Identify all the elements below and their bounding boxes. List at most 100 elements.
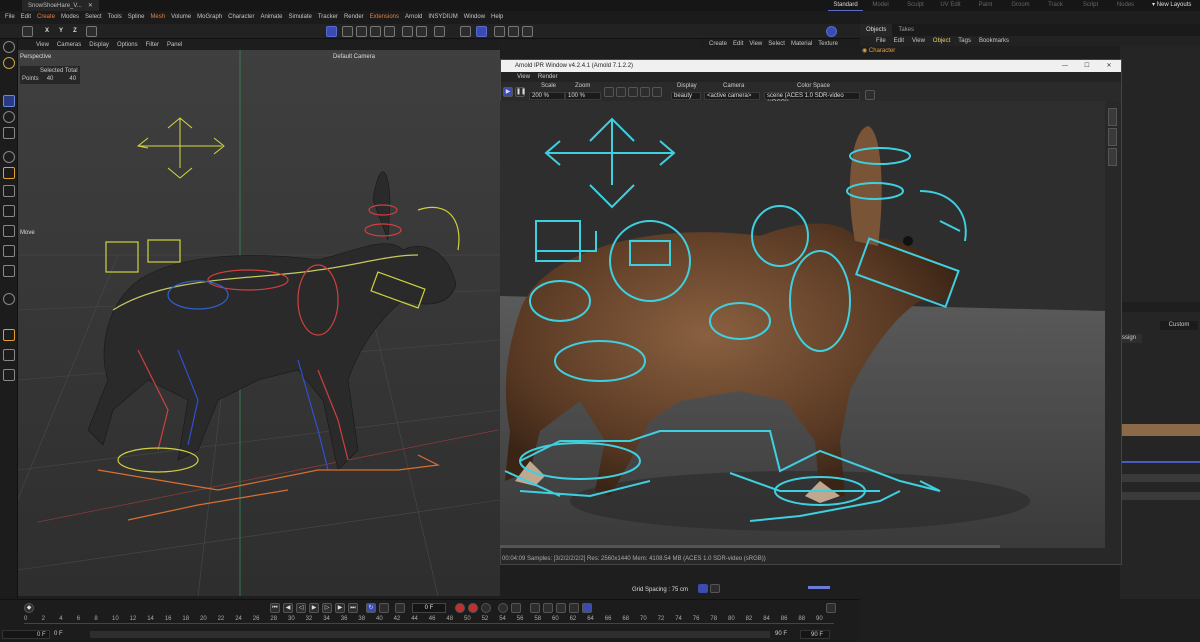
menu-extensions[interactable]: Extensions xyxy=(367,11,402,24)
menu-arnold[interactable]: Arnold xyxy=(402,11,425,24)
layout-tab-paint[interactable]: Paint xyxy=(968,0,1003,11)
close-icon[interactable]: ✕ xyxy=(88,2,93,9)
play-forward-icon[interactable]: ▶ xyxy=(309,603,319,613)
object-mode-icon[interactable] xyxy=(384,26,395,37)
eyedropper-icon[interactable] xyxy=(652,87,662,97)
render-view-icon[interactable] xyxy=(508,26,519,37)
rotate-tool-icon[interactable] xyxy=(3,111,15,123)
autokey-icon[interactable] xyxy=(468,603,478,613)
menu-select[interactable]: Select xyxy=(82,11,105,24)
live-selection-icon[interactable] xyxy=(3,57,15,69)
grid-snap-icon[interactable] xyxy=(476,26,487,37)
layout-tab-script[interactable]: Script xyxy=(1073,0,1108,11)
polygon-pen-icon[interactable] xyxy=(3,185,15,197)
attribute-field[interactable] xyxy=(1120,474,1200,482)
key-point-icon[interactable] xyxy=(569,603,579,613)
menu-volume[interactable]: Volume xyxy=(168,11,194,24)
scale-field[interactable]: 200 % xyxy=(529,92,565,100)
zoom-slider[interactable] xyxy=(808,586,830,589)
ipr-side-tab-2[interactable] xyxy=(1108,128,1117,146)
ipr-menu-render[interactable]: Render xyxy=(534,74,562,80)
undo-icon[interactable] xyxy=(22,26,33,37)
colorspace-dropdown[interactable]: scene (ACES 1.0 SDR-video (sRGB)) xyxy=(764,92,860,106)
preview-range-slider[interactable] xyxy=(90,631,770,638)
go-end-icon[interactable]: ⏭ xyxy=(348,603,358,613)
menu-mesh[interactable]: Mesh xyxy=(147,11,168,24)
sculpt-icon[interactable] xyxy=(3,369,15,381)
floor-icon[interactable] xyxy=(3,265,15,277)
menu-help[interactable]: Help xyxy=(488,11,506,24)
prev-frame-icon[interactable]: ◁ xyxy=(296,603,306,613)
menu-file[interactable]: File xyxy=(2,11,18,24)
viewport-menu-cameras[interactable]: Cameras xyxy=(53,42,85,48)
key-scale-icon[interactable] xyxy=(530,603,540,613)
menu-character[interactable]: Character xyxy=(225,11,257,24)
channel-g-icon[interactable] xyxy=(616,87,626,97)
custom-dropdown[interactable]: Custom xyxy=(1160,321,1198,330)
snapshot-icon[interactable] xyxy=(865,90,875,100)
go-start-icon[interactable]: ⏮ xyxy=(270,603,280,613)
material-menu-texture[interactable]: Texture xyxy=(815,39,841,50)
view-layout-icon[interactable] xyxy=(698,584,708,593)
render-region-icon[interactable] xyxy=(494,26,505,37)
perspective-viewport[interactable]: Perspective Default Camera Move xyxy=(18,50,500,596)
material-menu-select[interactable]: Select xyxy=(765,39,788,50)
material-menu-edit[interactable]: Edit xyxy=(730,39,746,50)
layout-tab-groom[interactable]: Groom xyxy=(1003,0,1038,11)
object-menu-file[interactable]: File xyxy=(872,36,890,46)
layers-icon[interactable] xyxy=(3,349,15,361)
attribute-field-2[interactable] xyxy=(1120,492,1200,500)
object-menu-view[interactable]: View xyxy=(908,36,929,46)
new-layouts-button[interactable]: ▾ New Layouts xyxy=(1152,0,1191,11)
play-icon[interactable]: ▶ xyxy=(503,87,513,97)
menu-insydium[interactable]: INSYDIUM xyxy=(425,11,460,24)
preview-end-field[interactable]: 90 F xyxy=(775,630,797,639)
layout-tab-track[interactable]: Track xyxy=(1038,0,1073,11)
material-menu-material[interactable]: Material xyxy=(788,39,815,50)
viewport-menu-panel[interactable]: Panel xyxy=(163,42,186,48)
sound-icon[interactable] xyxy=(395,603,405,613)
current-frame-field[interactable]: 0 F xyxy=(412,603,446,613)
menu-window[interactable]: Window xyxy=(461,11,488,24)
viewport-menu-filter[interactable]: Filter xyxy=(142,42,163,48)
menu-simulate[interactable]: Simulate xyxy=(286,11,315,24)
key-position-icon[interactable] xyxy=(498,603,508,613)
cube-icon[interactable] xyxy=(3,205,15,217)
tab-takes[interactable]: Takes xyxy=(892,24,920,36)
maximize-icon[interactable]: ☐ xyxy=(1077,60,1097,72)
close-icon[interactable]: ✕ xyxy=(1099,60,1119,72)
uv-mode-icon[interactable] xyxy=(370,26,381,37)
keyframe-icon[interactable]: ◆ xyxy=(24,603,34,613)
paint-icon[interactable] xyxy=(3,329,15,341)
cloner-icon[interactable] xyxy=(3,225,15,237)
menu-edit[interactable]: Edit xyxy=(18,11,34,24)
arnold-icon[interactable] xyxy=(826,26,837,37)
object-menu-edit[interactable]: Edit xyxy=(890,36,908,46)
camera-dropdown[interactable]: <active camera> xyxy=(704,92,760,100)
channel-a-icon[interactable] xyxy=(640,87,650,97)
ipr-menu-view[interactable]: View xyxy=(513,74,534,80)
deformer-icon[interactable] xyxy=(3,245,15,257)
document-tab[interactable]: SnowShoeHare_V... ✕ xyxy=(22,0,99,11)
menu-mograph[interactable]: MoGraph xyxy=(194,11,225,24)
move-tool-icon[interactable] xyxy=(3,95,15,107)
display-dropdown[interactable]: beauty xyxy=(671,92,701,100)
search-icon[interactable] xyxy=(3,41,15,53)
viewport-menu-display[interactable]: Display xyxy=(85,42,113,48)
z-axis-toggle[interactable]: Z xyxy=(70,26,80,37)
x-axis-toggle[interactable]: X xyxy=(42,26,52,37)
key-rotation-icon[interactable] xyxy=(511,603,521,613)
menu-animate[interactable]: Animate xyxy=(257,11,285,24)
edges-mode-icon[interactable] xyxy=(342,26,353,37)
view-layout-2-icon[interactable] xyxy=(710,584,720,593)
assign-button[interactable]: ssign xyxy=(1120,334,1142,343)
ipr-side-tab-3[interactable] xyxy=(1108,148,1117,166)
coordinate-system-icon[interactable] xyxy=(86,26,97,37)
timeline-settings-icon[interactable] xyxy=(582,603,592,613)
record-icon[interactable] xyxy=(455,603,465,613)
viewport-menu-options[interactable]: Options xyxy=(113,42,142,48)
y-axis-toggle[interactable]: Y xyxy=(56,26,66,37)
tab-objects[interactable]: Objects xyxy=(860,24,893,36)
snap-icon[interactable] xyxy=(434,26,445,37)
layout-tab-uv-edit[interactable]: UV Edit xyxy=(933,0,968,11)
